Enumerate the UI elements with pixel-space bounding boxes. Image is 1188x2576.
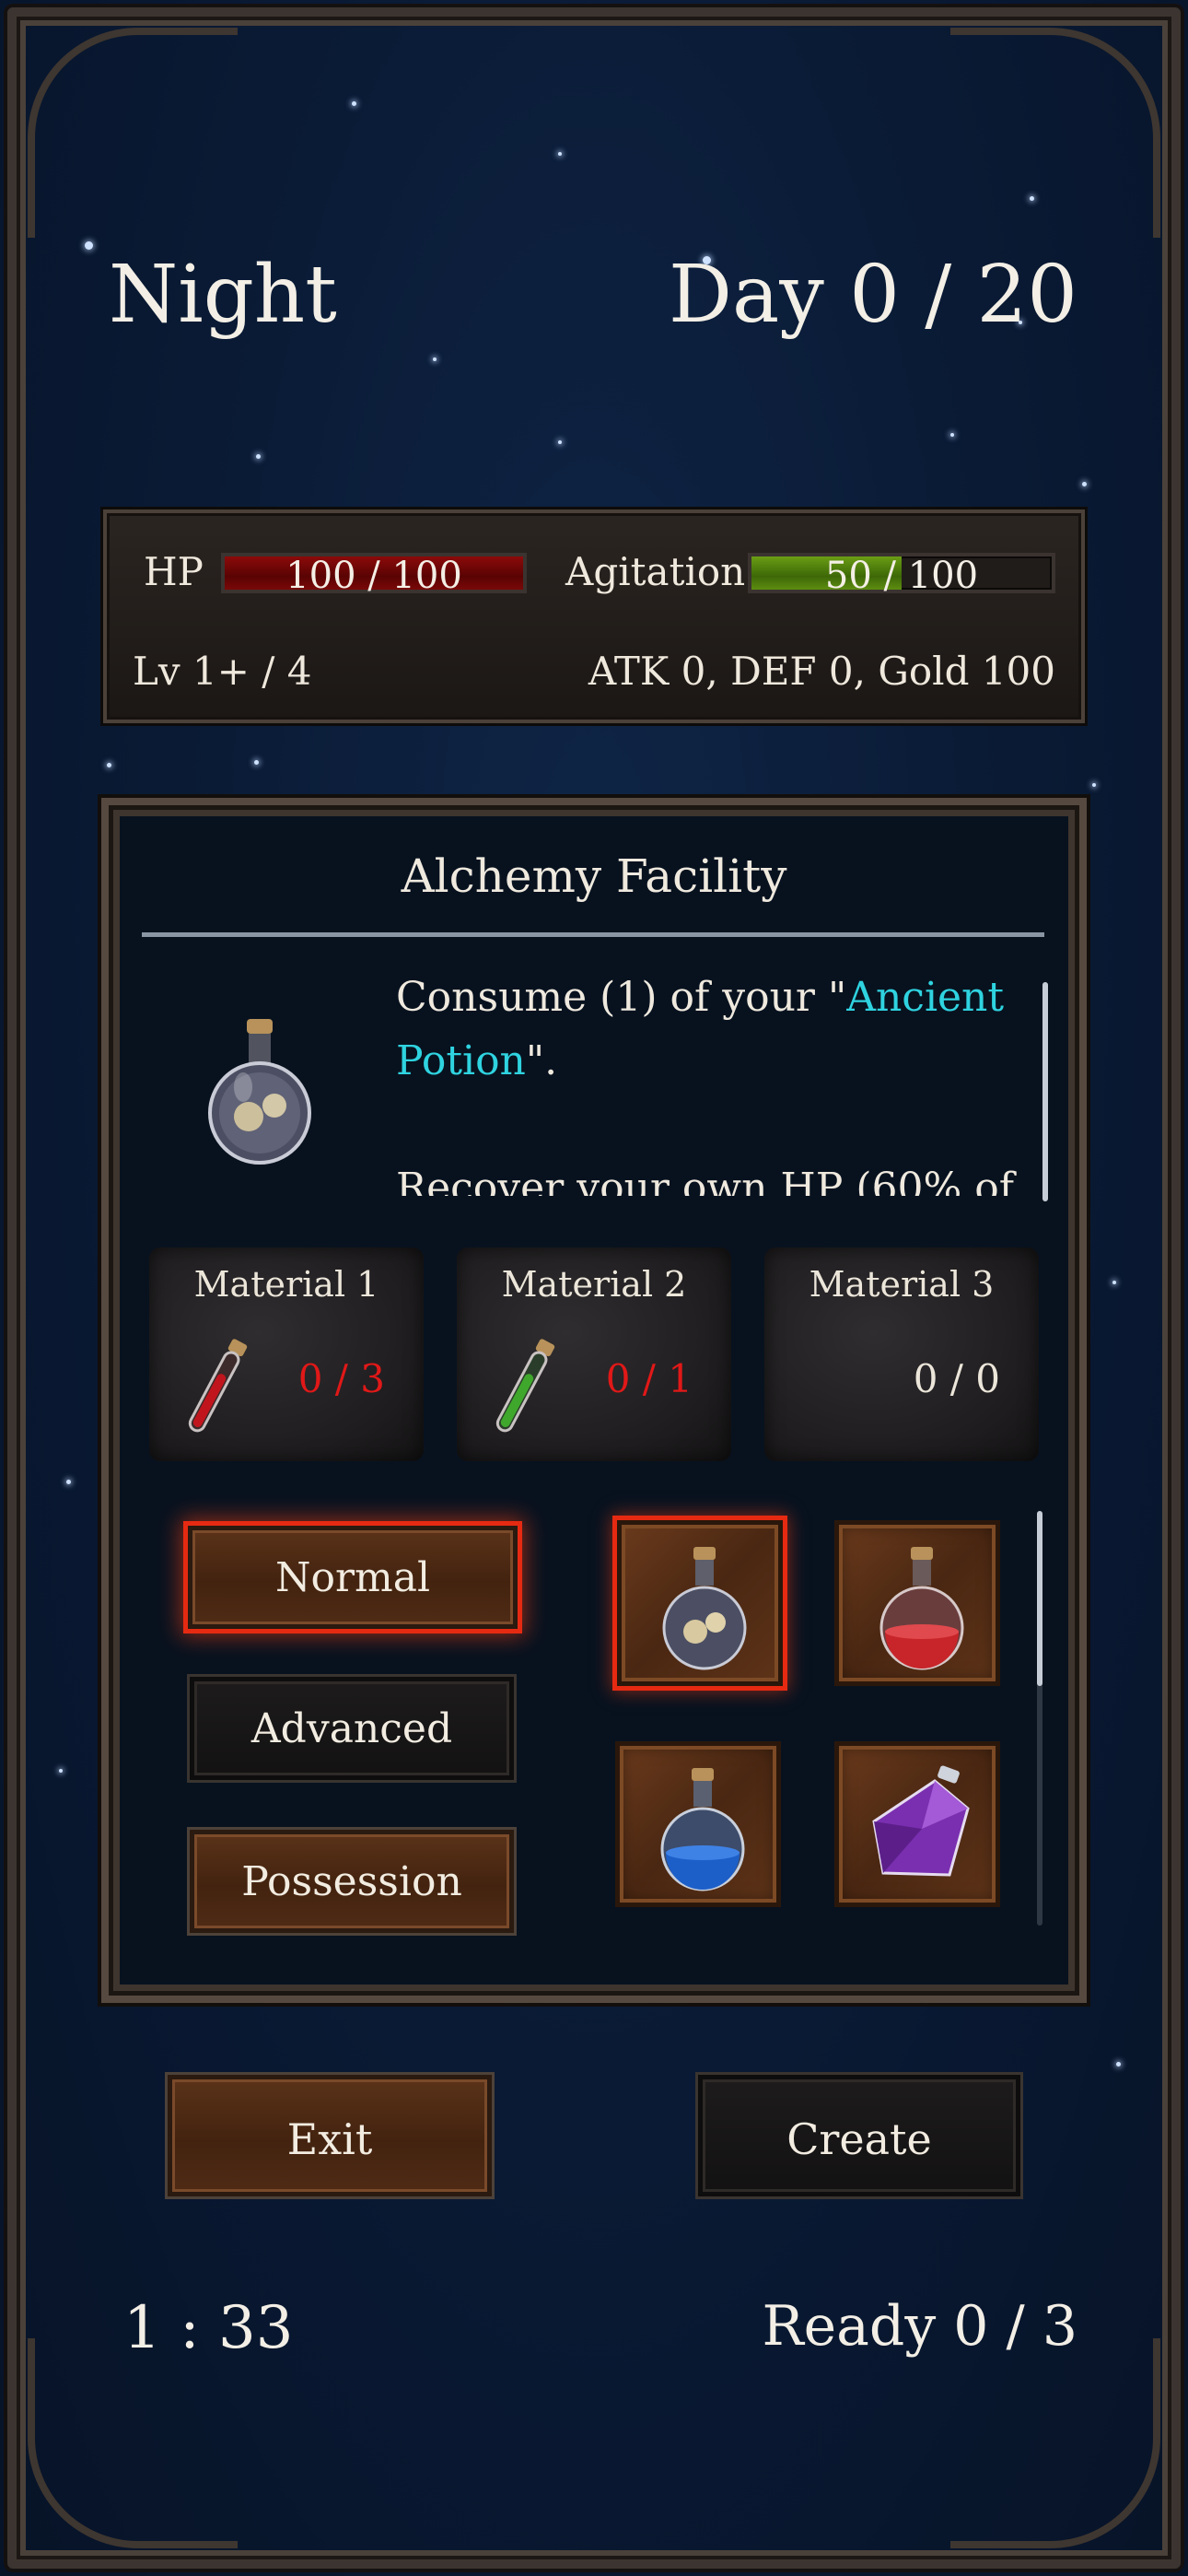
hp-value: 100 / 100 bbox=[285, 555, 462, 597]
material-slot-2: Material 2 0 / 1 bbox=[457, 1247, 731, 1461]
level-text: Lv 1+ / 4 bbox=[133, 649, 312, 694]
material-title: Material 1 bbox=[193, 1264, 379, 1305]
ready-counter: Ready 0 / 3 bbox=[762, 2294, 1077, 2359]
agitation-label: Agitation bbox=[565, 549, 746, 594]
panel-title: Alchemy Facility bbox=[401, 849, 787, 903]
tier-normal-button[interactable]: Normal bbox=[188, 1526, 518, 1629]
material-title: Material 2 bbox=[501, 1264, 687, 1305]
countdown-timer: 1 : 33 bbox=[123, 2294, 294, 2362]
green-vial-icon bbox=[495, 1339, 555, 1433]
recipe-slot-purple-crystal-potion[interactable] bbox=[834, 1741, 1000, 1907]
material-slot-3: Material 3 0 / 0 bbox=[764, 1247, 1039, 1461]
hp-label: HP bbox=[144, 549, 204, 594]
item-description[interactable]: Consume (1) of your "Ancient Potion". Re… bbox=[396, 966, 1022, 1196]
desc-suffix: ". bbox=[525, 1037, 558, 1084]
game-screen: Night Day 0 / 20 HP 100 / 100 Agitation … bbox=[0, 0, 1188, 2576]
combat-stats-text: ATK 0, DEF 0, Gold 100 bbox=[588, 649, 1055, 694]
material-count: 0 / 1 bbox=[605, 1356, 693, 1401]
tier-possession-button[interactable]: Possession bbox=[190, 1830, 514, 1933]
title-divider bbox=[142, 932, 1044, 937]
ornament-corner bbox=[28, 28, 238, 238]
ancient-potion-icon bbox=[662, 1547, 747, 1670]
day-counter: Day 0 / 20 bbox=[669, 249, 1077, 341]
recipe-scroll-thumb[interactable] bbox=[1037, 1511, 1042, 1686]
blue-potion-icon bbox=[660, 1768, 745, 1891]
recipe-slot-blue-potion[interactable] bbox=[615, 1741, 781, 1907]
exit-button[interactable]: Exit bbox=[168, 2075, 492, 2196]
agitation-bar: 50 / 100 bbox=[748, 553, 1055, 597]
create-button[interactable]: Create bbox=[698, 2075, 1020, 2196]
hp-bar: 100 / 100 bbox=[221, 553, 527, 597]
ancient-potion-icon bbox=[195, 1013, 324, 1170]
red-vial-icon bbox=[188, 1339, 248, 1433]
desc-prefix: Consume (1) of your " bbox=[396, 974, 847, 1021]
material-count: 0 / 0 bbox=[913, 1356, 1000, 1401]
tier-advanced-button[interactable]: Advanced bbox=[190, 1677, 514, 1780]
red-potion-icon bbox=[879, 1547, 964, 1670]
material-title: Material 3 bbox=[809, 1264, 995, 1305]
recipe-slot-ancient-potion[interactable] bbox=[617, 1520, 783, 1686]
material-slot-1: Material 1 0 / 3 bbox=[149, 1247, 424, 1461]
description-scroll-thumb[interactable] bbox=[1042, 982, 1048, 1201]
purple-crystal-potion-icon bbox=[872, 1765, 970, 1877]
time-of-day-label: Night bbox=[109, 249, 337, 341]
agitation-value: 50 / 100 bbox=[824, 555, 979, 597]
recipe-slot-red-potion[interactable] bbox=[834, 1520, 1000, 1686]
desc-effect: Recover your own HP (60% of bbox=[396, 1165, 1015, 1196]
material-count: 0 / 3 bbox=[297, 1356, 385, 1401]
